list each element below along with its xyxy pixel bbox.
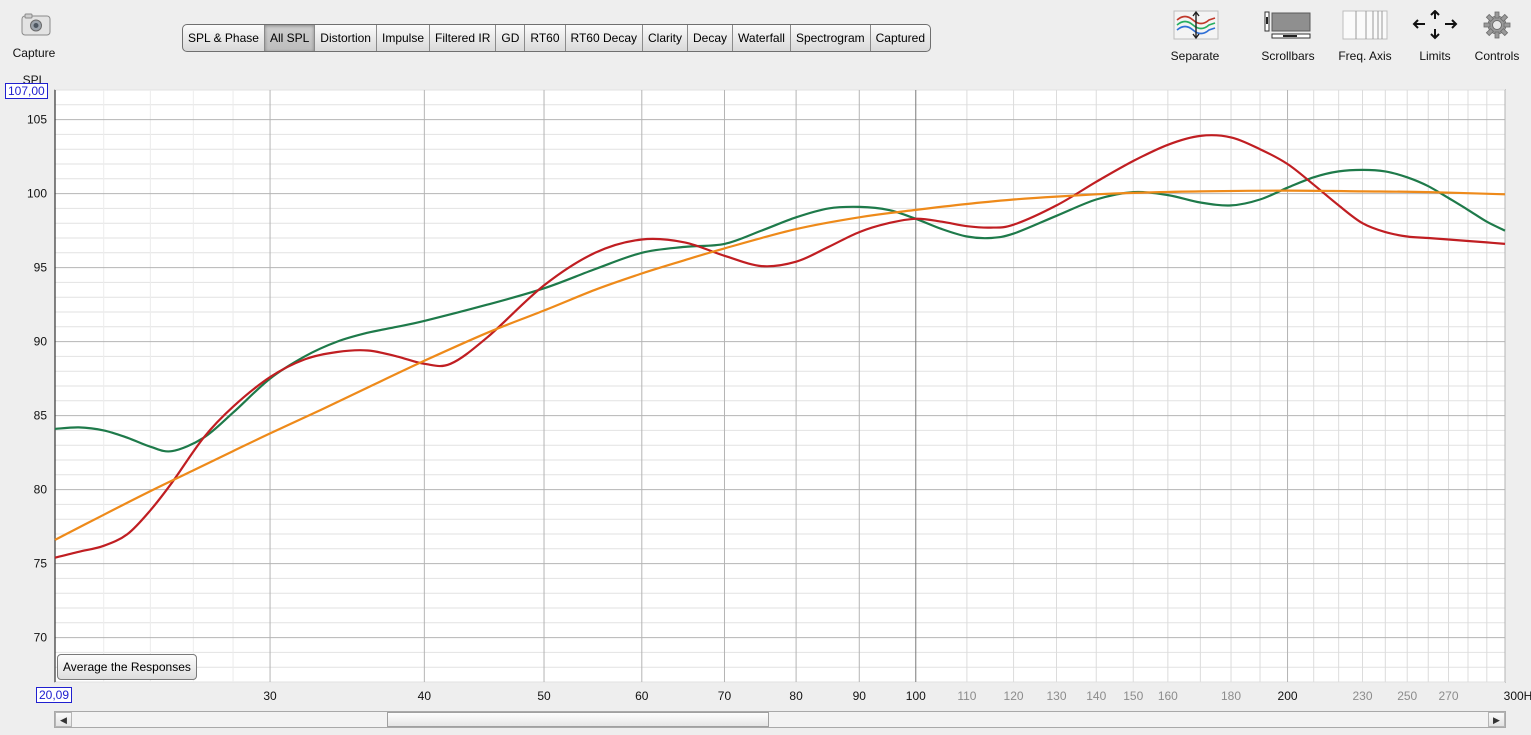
- x-tick-label: 90: [853, 689, 867, 703]
- x-tick-label: 80: [789, 689, 803, 703]
- y-tick-label: 90: [34, 335, 48, 349]
- x-tick-label-minor: 130: [1046, 689, 1066, 703]
- x-tick-label-minor: 230: [1352, 689, 1372, 703]
- spl-chart[interactable]: 707580859095100105 30 40 50 60 70 80 90 100 200 3…: [0, 0, 1531, 710]
- y-max-box[interactable]: 107,00: [5, 83, 48, 99]
- scrollbar-thumb[interactable]: [387, 712, 769, 727]
- x-min-box[interactable]: 20,09: [36, 687, 73, 703]
- x-tick-label-minor: 250: [1397, 689, 1417, 703]
- y-tick-label: 70: [34, 631, 48, 645]
- y-tick-label: 85: [34, 409, 48, 423]
- x-tick-label: 70: [718, 689, 732, 703]
- x-tick-label: 60: [635, 689, 649, 703]
- x-tick-label: 100: [906, 689, 926, 703]
- x-tick-label: 200: [1278, 689, 1298, 703]
- x-tick-label-minor: 150: [1123, 689, 1143, 703]
- x-tick-label-minor: 180: [1221, 689, 1241, 703]
- x-tick-label-minor: 270: [1438, 689, 1458, 703]
- x-tick-label-minor: 120: [1004, 689, 1024, 703]
- y-tick-labels: 70 75 80 85 90 95 100 105: [27, 113, 47, 645]
- x-tick-label: 40: [418, 689, 432, 703]
- x-tick-labels: 30 40 50 60 70 80 90 100 200 300Hz 110 120 130 140 150…: [263, 689, 1531, 703]
- average-responses-button[interactable]: Average the Responses: [57, 654, 197, 680]
- y-tick-label: 80: [34, 483, 48, 497]
- x-tick-label: 300Hz: [1504, 689, 1531, 703]
- x-tick-label-minor: 140: [1086, 689, 1106, 703]
- scroll-right-arrow-icon[interactable]: ▶: [1488, 712, 1505, 727]
- scroll-left-arrow-icon[interactable]: ◀: [55, 712, 72, 727]
- horizontal-scrollbar[interactable]: ◀ ▶: [54, 711, 1506, 728]
- y-tick-label: 105: [27, 113, 47, 127]
- y-tick-label: 75: [34, 557, 48, 571]
- y-tick-label: 100: [27, 187, 47, 201]
- x-tick-label-minor: 110: [957, 689, 976, 703]
- y-tick-label: 95: [34, 261, 48, 275]
- x-tick-label-minor: 160: [1158, 689, 1178, 703]
- x-tick-label: 50: [537, 689, 551, 703]
- x-tick-label: 30: [263, 689, 277, 703]
